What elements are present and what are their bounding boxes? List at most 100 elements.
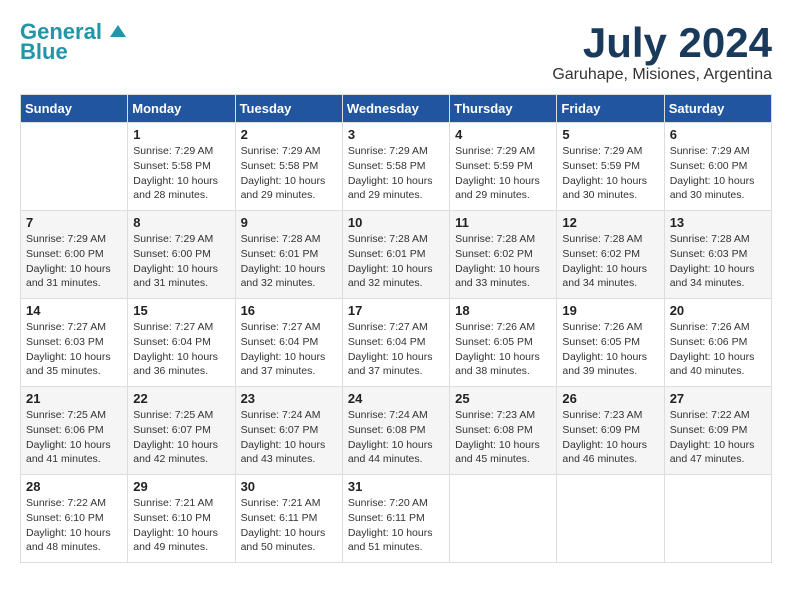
day-info: Sunrise: 7:29 AMSunset: 5:59 PMDaylight:…: [455, 144, 551, 203]
calendar-cell: 10 Sunrise: 7:28 AMSunset: 6:01 PMDayligh…: [342, 211, 449, 299]
calendar-cell: 14Sunrise: 7:27 AMSunset: 6:03 PMDayligh…: [21, 299, 128, 387]
day-number: 19: [562, 303, 658, 318]
calendar-cell: 29 Sunrise: 7:21 AMSunset: 6:10 PMDayligh…: [128, 475, 235, 563]
day-info: Sunrise: 7:26 AMSunset: 6:05 PMDaylight:…: [562, 320, 658, 379]
calendar-cell: 1 Sunrise: 7:29 AMSunset: 5:58 PMDaylight…: [128, 123, 235, 211]
day-number: 11: [455, 215, 551, 230]
day-info: Sunrise: 7:23 AMSunset: 6:09 PMDaylight:…: [562, 408, 658, 467]
calendar-cell: 17 Sunrise: 7:27 AMSunset: 6:04 PMDayligh…: [342, 299, 449, 387]
day-number: 25: [455, 391, 551, 406]
day-info: Sunrise: 7:22 AMSunset: 6:10 PMDaylight:…: [26, 496, 122, 555]
day-number: 7: [26, 215, 122, 230]
day-info: Sunrise: 7:27 AMSunset: 6:04 PMDaylight:…: [241, 320, 337, 379]
logo-text-line2: Blue: [20, 40, 68, 64]
header: General Blue July 2024 Garuhape, Misione…: [20, 20, 772, 84]
day-number: 26: [562, 391, 658, 406]
day-number: 23: [241, 391, 337, 406]
calendar-cell: 19 Sunrise: 7:26 AMSunset: 6:05 PMDayligh…: [557, 299, 664, 387]
day-info: Sunrise: 7:29 AMSunset: 5:58 PMDaylight:…: [133, 144, 229, 203]
calendar-cell: 15 Sunrise: 7:27 AMSunset: 6:04 PMDayligh…: [128, 299, 235, 387]
calendar-cell: 30 Sunrise: 7:21 AMSunset: 6:11 PMDayligh…: [235, 475, 342, 563]
header-day-saturday: Saturday: [664, 95, 771, 123]
calendar-week-row: 1 Sunrise: 7:29 AMSunset: 5:58 PMDaylight…: [21, 123, 772, 211]
calendar-cell: 7 Sunrise: 7:29 AMSunset: 6:00 PMDaylight…: [21, 211, 128, 299]
location-title: Garuhape, Misiones, Argentina: [552, 66, 772, 84]
day-number: 5: [562, 127, 658, 142]
day-info: Sunrise: 7:20 AMSunset: 6:11 PMDaylight:…: [348, 496, 444, 555]
day-info: Sunrise: 7:26 AMSunset: 6:05 PMDaylight:…: [455, 320, 551, 379]
calendar-cell: 3 Sunrise: 7:29 AMSunset: 5:58 PMDaylight…: [342, 123, 449, 211]
day-number: 12: [562, 215, 658, 230]
day-info: Sunrise: 7:27 AMSunset: 6:04 PMDaylight:…: [133, 320, 229, 379]
calendar-cell: 8 Sunrise: 7:29 AMSunset: 6:00 PMDaylight…: [128, 211, 235, 299]
calendar-cell: 11 Sunrise: 7:28 AMSunset: 6:02 PMDayligh…: [450, 211, 557, 299]
calendar-cell: 28Sunrise: 7:22 AMSunset: 6:10 PMDayligh…: [21, 475, 128, 563]
day-info: Sunrise: 7:29 AMSunset: 5:58 PMDaylight:…: [241, 144, 337, 203]
day-number: 16: [241, 303, 337, 318]
day-number: 3: [348, 127, 444, 142]
day-info: Sunrise: 7:26 AMSunset: 6:06 PMDaylight:…: [670, 320, 766, 379]
day-number: 22: [133, 391, 229, 406]
day-number: 14: [26, 303, 122, 318]
calendar-week-row: 28Sunrise: 7:22 AMSunset: 6:10 PMDayligh…: [21, 475, 772, 563]
day-info: Sunrise: 7:29 AMSunset: 6:00 PMDaylight:…: [133, 232, 229, 291]
day-number: 18: [455, 303, 551, 318]
calendar-cell: [21, 123, 128, 211]
day-number: 4: [455, 127, 551, 142]
calendar-cell: 2Sunrise: 7:29 AMSunset: 5:58 PMDaylight…: [235, 123, 342, 211]
calendar-week-row: 14Sunrise: 7:27 AMSunset: 6:03 PMDayligh…: [21, 299, 772, 387]
calendar-cell: [450, 475, 557, 563]
header-day-wednesday: Wednesday: [342, 95, 449, 123]
day-number: 13: [670, 215, 766, 230]
day-info: Sunrise: 7:28 AMSunset: 6:03 PMDaylight:…: [670, 232, 766, 291]
title-section: July 2024 Garuhape, Misiones, Argentina: [552, 20, 772, 84]
day-number: 31: [348, 479, 444, 494]
day-info: Sunrise: 7:28 AMSunset: 6:01 PMDaylight:…: [241, 232, 337, 291]
calendar-cell: 12Sunrise: 7:28 AMSunset: 6:02 PMDayligh…: [557, 211, 664, 299]
calendar-week-row: 21Sunrise: 7:25 AMSunset: 6:06 PMDayligh…: [21, 387, 772, 475]
day-number: 29: [133, 479, 229, 494]
day-info: Sunrise: 7:28 AMSunset: 6:02 PMDaylight:…: [455, 232, 551, 291]
day-number: 8: [133, 215, 229, 230]
day-number: 30: [241, 479, 337, 494]
day-number: 10: [348, 215, 444, 230]
day-info: Sunrise: 7:23 AMSunset: 6:08 PMDaylight:…: [455, 408, 551, 467]
day-info: Sunrise: 7:29 AMSunset: 5:58 PMDaylight:…: [348, 144, 444, 203]
header-day-sunday: Sunday: [21, 95, 128, 123]
day-info: Sunrise: 7:29 AMSunset: 6:00 PMDaylight:…: [26, 232, 122, 291]
calendar-table: SundayMondayTuesdayWednesdayThursdayFrid…: [20, 94, 772, 563]
calendar-cell: 24 Sunrise: 7:24 AMSunset: 6:08 PMDayligh…: [342, 387, 449, 475]
day-info: Sunrise: 7:21 AMSunset: 6:10 PMDaylight:…: [133, 496, 229, 555]
calendar-header-row: SundayMondayTuesdayWednesdayThursdayFrid…: [21, 95, 772, 123]
calendar-cell: [664, 475, 771, 563]
header-day-tuesday: Tuesday: [235, 95, 342, 123]
calendar-cell: 5 Sunrise: 7:29 AMSunset: 5:59 PMDaylight…: [557, 123, 664, 211]
calendar-cell: 25 Sunrise: 7:23 AMSunset: 6:08 PMDayligh…: [450, 387, 557, 475]
calendar-cell: 4 Sunrise: 7:29 AMSunset: 5:59 PMDaylight…: [450, 123, 557, 211]
calendar-cell: 9Sunrise: 7:28 AMSunset: 6:01 PMDaylight…: [235, 211, 342, 299]
day-info: Sunrise: 7:29 AMSunset: 6:00 PMDaylight:…: [670, 144, 766, 203]
day-number: 17: [348, 303, 444, 318]
logo-arrow-icon: [104, 19, 126, 41]
day-info: Sunrise: 7:28 AMSunset: 6:01 PMDaylight:…: [348, 232, 444, 291]
day-number: 20: [670, 303, 766, 318]
day-info: Sunrise: 7:27 AMSunset: 6:04 PMDaylight:…: [348, 320, 444, 379]
day-info: Sunrise: 7:22 AMSunset: 6:09 PMDaylight:…: [670, 408, 766, 467]
calendar-cell: 6Sunrise: 7:29 AMSunset: 6:00 PMDaylight…: [664, 123, 771, 211]
header-day-monday: Monday: [128, 95, 235, 123]
day-number: 1: [133, 127, 229, 142]
day-info: Sunrise: 7:25 AMSunset: 6:07 PMDaylight:…: [133, 408, 229, 467]
calendar-cell: 31 Sunrise: 7:20 AMSunset: 6:11 PMDayligh…: [342, 475, 449, 563]
day-info: Sunrise: 7:21 AMSunset: 6:11 PMDaylight:…: [241, 496, 337, 555]
calendar-cell: 26 Sunrise: 7:23 AMSunset: 6:09 PMDayligh…: [557, 387, 664, 475]
day-number: 27: [670, 391, 766, 406]
day-info: Sunrise: 7:29 AMSunset: 5:59 PMDaylight:…: [562, 144, 658, 203]
calendar-cell: 16 Sunrise: 7:27 AMSunset: 6:04 PMDayligh…: [235, 299, 342, 387]
calendar-cell: 20 Sunrise: 7:26 AMSunset: 6:06 PMDayligh…: [664, 299, 771, 387]
day-number: 15: [133, 303, 229, 318]
logo: General Blue: [20, 20, 126, 64]
day-info: Sunrise: 7:24 AMSunset: 6:08 PMDaylight:…: [348, 408, 444, 467]
calendar-cell: [557, 475, 664, 563]
day-number: 24: [348, 391, 444, 406]
day-info: Sunrise: 7:24 AMSunset: 6:07 PMDaylight:…: [241, 408, 337, 467]
